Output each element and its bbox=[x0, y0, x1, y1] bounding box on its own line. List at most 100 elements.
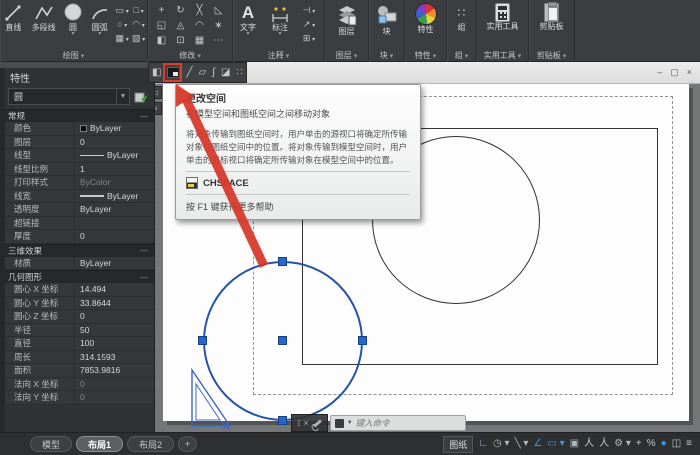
property-row[interactable]: 直径 100 bbox=[0, 337, 154, 351]
panel-title-clipboard[interactable]: 剪贴板 bbox=[529, 50, 574, 61]
osnap-icon[interactable]: ▭ ▾ bbox=[547, 437, 564, 451]
grip-west[interactable] bbox=[198, 336, 207, 345]
property-row[interactable]: 法向 X 坐标 0 bbox=[0, 377, 154, 391]
clipboard-button[interactable]: 剪贴板 bbox=[529, 2, 574, 31]
chevron-down-icon[interactable]: ▼ bbox=[347, 420, 353, 426]
grip-north[interactable] bbox=[278, 257, 287, 266]
property-row[interactable]: 周长 314.1593 bbox=[0, 350, 154, 364]
lock-icon[interactable]: ▣ bbox=[570, 437, 579, 451]
annotation-visibility-icon[interactable]: 人 bbox=[584, 437, 594, 451]
snap-icon[interactable]: ∟ bbox=[478, 437, 488, 451]
command-line[interactable]: ▼ bbox=[329, 415, 466, 431]
ortho-icon[interactable]: ╲ ▾ bbox=[515, 437, 529, 451]
erase-icon[interactable]: ◺ bbox=[209, 4, 228, 19]
panel-title-block[interactable]: 块 bbox=[369, 50, 404, 61]
layers-button[interactable]: 图层 bbox=[325, 2, 368, 36]
property-row[interactable]: 打印样式 ByColor bbox=[0, 176, 154, 190]
collapse-icon[interactable]: — bbox=[140, 112, 148, 121]
isolate-objects-icon[interactable]: % bbox=[647, 437, 656, 451]
hatch-icon[interactable]: ▦ ▾ bbox=[114, 32, 130, 46]
rectangle-icon[interactable]: ▭ ▾ bbox=[114, 4, 130, 18]
text-button[interactable]: A 文字 ▾ bbox=[233, 2, 263, 46]
dimstyle-icon[interactable]: ⊣ ▾ bbox=[297, 4, 321, 18]
explode-icon[interactable]: ∗ bbox=[209, 19, 228, 34]
properties-button[interactable]: 特性 bbox=[405, 2, 446, 34]
dock-drag-handle[interactable]: ⁞⁞ bbox=[297, 419, 301, 428]
dimension-button[interactable]: 标注 ▾ bbox=[263, 2, 297, 46]
annotation-autoscale-icon[interactable]: 人 bbox=[599, 437, 609, 451]
annotation-scale-icon[interactable]: ⚙ ▾ bbox=[614, 437, 631, 451]
edit-hatch-icon[interactable]: ◪ bbox=[221, 63, 230, 82]
panel-title-modify[interactable]: 修改 bbox=[148, 50, 232, 61]
move-icon[interactable]: + bbox=[152, 4, 171, 19]
circle-button[interactable]: 圆 ▾ bbox=[61, 2, 86, 46]
section-header[interactable]: 常规 — bbox=[0, 109, 154, 122]
command-input[interactable] bbox=[355, 418, 461, 428]
chevron-down-icon[interactable]: ▼ bbox=[116, 89, 129, 104]
close-icon[interactable]: × bbox=[687, 67, 692, 78]
property-row[interactable]: 超链接 bbox=[0, 216, 154, 230]
quick-select-button[interactable] bbox=[134, 89, 150, 105]
ellipse-icon[interactable]: ○ ▾ bbox=[114, 18, 130, 32]
spline-icon[interactable]: ∫ bbox=[212, 63, 215, 82]
copy-icon[interactable]: ◱ bbox=[152, 19, 171, 34]
leader-icon[interactable]: ↗ ▾ bbox=[297, 18, 321, 32]
minimize-icon[interactable]: – bbox=[657, 67, 662, 78]
polyline-button[interactable]: 多段线 bbox=[27, 2, 61, 46]
property-row[interactable]: 图层 0 bbox=[0, 135, 154, 149]
panel-title-properties[interactable]: 特性 bbox=[405, 50, 446, 61]
drafting-settings-icon[interactable]: ◷ ▾ bbox=[493, 437, 510, 451]
property-row[interactable]: 厚度 0 bbox=[0, 230, 154, 244]
block-button[interactable]: 块 bbox=[369, 2, 404, 36]
utilities-button[interactable]: 实用工具 bbox=[477, 2, 528, 31]
property-row[interactable]: 圆心 X 坐标 14.494 bbox=[0, 283, 154, 297]
tab-+[interactable]: + bbox=[178, 436, 198, 452]
close-icon[interactable]: × bbox=[303, 418, 308, 428]
restore-icon[interactable]: ▢ bbox=[670, 67, 679, 78]
revcloud-icon[interactable]: ◠ ▾ bbox=[130, 18, 147, 32]
collapse-icon[interactable]: — bbox=[140, 246, 148, 255]
fillet-icon[interactable]: ◠ bbox=[190, 19, 209, 34]
grip-south[interactable] bbox=[278, 416, 287, 425]
array-icon[interactable]: ▦ bbox=[190, 34, 209, 49]
annotate-monitor-icon[interactable]: ◧ bbox=[152, 63, 161, 82]
tab-布局1[interactable]: 布局1 bbox=[76, 436, 124, 452]
rotate-icon[interactable]: ↻ bbox=[171, 4, 190, 19]
tab-布局2[interactable]: 布局2 bbox=[127, 436, 175, 452]
arc-button[interactable]: 圆弧 ▾ bbox=[85, 2, 114, 46]
grip-center[interactable] bbox=[278, 336, 287, 345]
section-header[interactable]: 几何图形 — bbox=[0, 270, 154, 283]
panel-title-group[interactable]: 组 bbox=[447, 50, 476, 61]
property-row[interactable]: 法向 Y 坐标 0 bbox=[0, 391, 154, 405]
property-row[interactable]: 面积 7853.9816 bbox=[0, 364, 154, 378]
object-type-select[interactable]: 圆 ▼ bbox=[8, 88, 130, 105]
panel-title-annotate[interactable]: 注释 bbox=[233, 50, 324, 61]
panel-title-draw[interactable]: 绘图 bbox=[0, 50, 147, 61]
polygon-icon[interactable]: ▱ bbox=[198, 63, 206, 82]
more-icon[interactable]: ⋯ bbox=[209, 34, 228, 49]
tab-模型[interactable]: 模型 bbox=[30, 436, 73, 452]
section-header[interactable]: 三维效果 — bbox=[0, 243, 154, 257]
stretch-icon[interactable]: ◧ bbox=[152, 34, 171, 49]
display-icon[interactable]: ◫ bbox=[672, 437, 681, 451]
wrench-icon[interactable] bbox=[312, 418, 322, 428]
collapse-icon[interactable]: — bbox=[140, 273, 148, 282]
line-icon[interactable]: ╱ bbox=[186, 63, 192, 82]
property-row[interactable]: 线宽 ByLayer bbox=[0, 189, 154, 203]
scale-icon[interactable]: ⊡ bbox=[171, 34, 190, 49]
property-row[interactable]: 半径 50 bbox=[0, 323, 154, 337]
panel-title-layers[interactable]: 图层 bbox=[325, 50, 368, 61]
property-row[interactable]: 透明度 ByLayer bbox=[0, 203, 154, 217]
customize-icon[interactable]: ≡ bbox=[686, 437, 692, 451]
property-row[interactable]: 线型比例 1 bbox=[0, 162, 154, 176]
property-row[interactable]: 颜色 ByLayer bbox=[0, 122, 154, 136]
trim-icon[interactable]: ╳ bbox=[190, 4, 209, 19]
polar-tracking-icon[interactable]: ∠ bbox=[533, 437, 542, 451]
mirror-icon[interactable]: ◬ bbox=[171, 19, 190, 34]
table-icon[interactable]: ⊞ ▾ bbox=[297, 32, 321, 46]
property-row[interactable]: 圆心 Z 坐标 0 bbox=[0, 310, 154, 324]
region-icon[interactable]: □ ▾ bbox=[130, 4, 147, 18]
property-row[interactable]: 材质 ByLayer bbox=[0, 256, 154, 270]
group-button[interactable]: ∷ 组 bbox=[447, 2, 476, 32]
points-icon[interactable]: ∷ bbox=[236, 63, 242, 82]
